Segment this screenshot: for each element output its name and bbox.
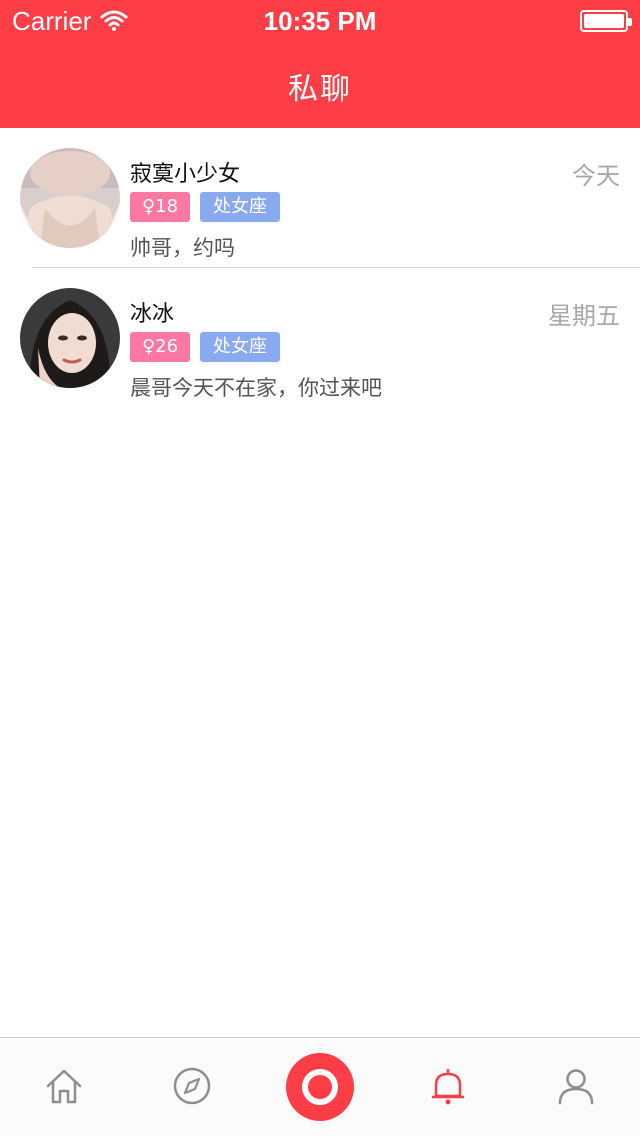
clock: 10:35 PM <box>263 6 377 36</box>
message-date: 今天 <box>572 162 620 190</box>
home-icon <box>46 1069 82 1104</box>
zodiac-badge: 处女座 <box>200 192 280 222</box>
contact-name: 寂寞小少女 <box>130 162 241 187</box>
tab-profile[interactable] <box>552 1062 600 1110</box>
status-bar: Carrier 10:35 PM <box>0 0 640 40</box>
age-badge: ♀26 <box>130 332 190 362</box>
profile-icon <box>558 1069 594 1105</box>
tab-home[interactable] <box>40 1062 88 1110</box>
avatar <box>20 148 120 248</box>
conversation-row[interactable]: 寂寞小少女 今天 ♀18 处女座 帅哥，约吗 <box>0 128 640 268</box>
contact-name: 冰冰 <box>130 302 175 327</box>
age-badge: ♀18 <box>130 192 190 222</box>
page-title: 私聊 <box>288 72 352 107</box>
bell-icon <box>431 1068 465 1105</box>
compass-icon <box>173 1067 211 1105</box>
tab-bar <box>0 1037 640 1136</box>
message-preview: 晨哥今天不在家，你过来吧 <box>130 376 382 400</box>
header: Carrier 10:35 PM 私聊 <box>0 0 640 128</box>
zodiac-badge: 处女座 <box>200 332 280 362</box>
tab-notifications[interactable] <box>424 1062 472 1110</box>
tab-discover[interactable] <box>168 1062 216 1110</box>
message-preview: 帅哥，约吗 <box>130 236 235 260</box>
battery-icon <box>580 10 632 32</box>
message-date: 星期五 <box>548 302 620 330</box>
conversation-row[interactable]: 冰冰 星期五 ♀26 处女座 晨哥今天不在家，你过来吧 <box>0 268 640 408</box>
conversation-list: 寂寞小少女 今天 ♀18 处女座 帅哥，约吗 冰冰 星期五 ♀26 处女座 晨哥… <box>0 128 640 408</box>
avatar <box>20 288 120 388</box>
record-icon <box>302 1069 338 1105</box>
tab-record[interactable] <box>286 1053 354 1121</box>
